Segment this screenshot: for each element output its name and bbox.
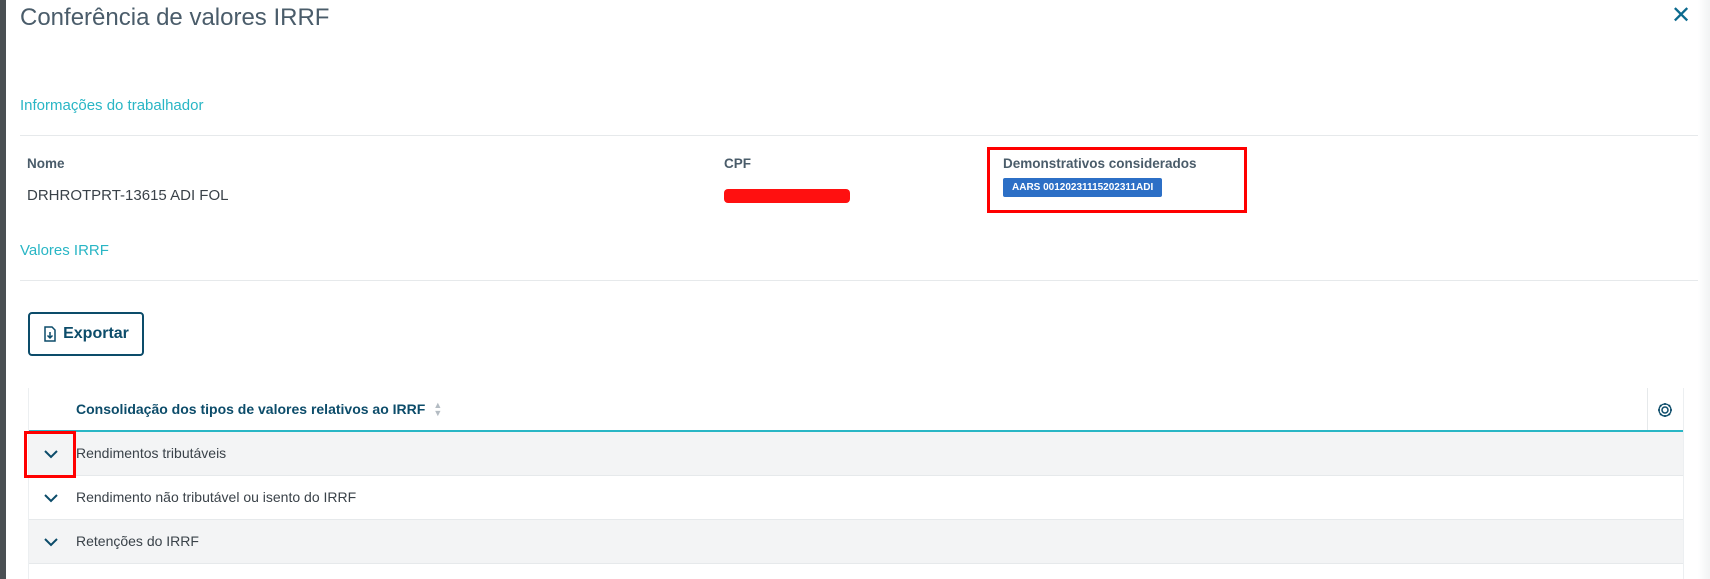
sort-icon[interactable]: ▲ ▼ <box>433 401 442 418</box>
row-label: Retenções do IRRF <box>76 533 199 549</box>
worker-section-title: Informações do trabalhador <box>20 97 204 114</box>
name-value: DRHROTPRT-13615 ADI FOL <box>27 187 229 204</box>
table-row[interactable]: Rendimento não tributável ou isento do I… <box>29 476 1683 520</box>
column-header[interactable]: Consolidação dos tipos de valores relati… <box>76 401 442 418</box>
table-row[interactable]: Retenções do IRRF <box>29 520 1683 564</box>
close-icon[interactable]: ✕ <box>1669 4 1693 28</box>
table-header: Consolidação dos tipos de valores relati… <box>29 388 1683 432</box>
annotation-box-statements <box>987 147 1247 213</box>
header-separator <box>1647 388 1648 430</box>
table-row[interactable]: Rendimentos tributáveis <box>29 432 1683 476</box>
values-section-title: Valores IRRF <box>20 242 109 259</box>
dialog-title: Conferência de valores IRRF <box>20 4 330 31</box>
irrf-table: Consolidação dos tipos de valores relati… <box>28 388 1684 579</box>
cpf-redaction <box>724 189 850 203</box>
row-label: Rendimentos tributáveis <box>76 445 227 461</box>
cpf-label: CPF <box>724 156 751 171</box>
chevron-down-icon[interactable] <box>41 488 61 508</box>
export-button[interactable]: Exportar <box>28 312 144 356</box>
gear-icon[interactable] <box>1655 400 1675 420</box>
chevron-down-icon[interactable] <box>41 532 61 552</box>
name-label: Nome <box>27 156 65 171</box>
row-label: Rendimento não tributável ou isento do I… <box>76 489 357 505</box>
section-divider <box>20 135 1698 136</box>
file-export-icon <box>44 326 56 342</box>
section-divider <box>20 280 1698 281</box>
export-label: Exportar <box>63 325 129 342</box>
scroll-edge <box>1698 0 1710 579</box>
annotation-box-expand <box>24 431 76 478</box>
irrf-dialog: Conferência de valores IRRF ✕ Informaçõe… <box>6 0 1710 579</box>
column-header-label: Consolidação dos tipos de valores relati… <box>76 401 426 417</box>
